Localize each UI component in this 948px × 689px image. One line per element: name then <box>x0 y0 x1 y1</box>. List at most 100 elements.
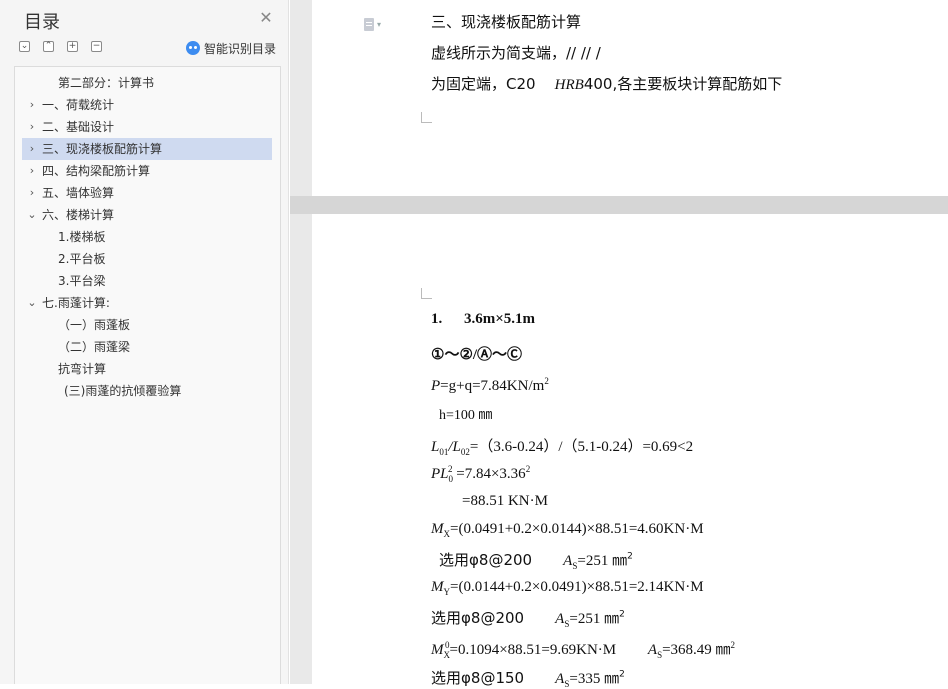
toc-item-canopy-beam[interactable]: （二）雨蓬梁 <box>58 336 130 358</box>
variable: P <box>431 378 441 394</box>
paragraph[interactable]: 虚线所示为简支端，// // / <box>431 42 601 63</box>
text-run: =g+q=7.84KN/m <box>440 378 545 394</box>
toc-item-stair[interactable]: ⌄ 六、楼梯计算 <box>22 204 272 226</box>
formula-line[interactable]: P=g+q=7.84KN/m2 <box>431 376 549 395</box>
ai-assistant-icon <box>186 41 200 55</box>
section-heading[interactable]: 三、现浇楼板配筋计算 <box>431 11 581 32</box>
variable: A <box>563 553 573 569</box>
text-run: 400,各主要板块计算配筋如下 <box>583 75 783 93</box>
text-run: 为固定端，C20 <box>431 75 536 93</box>
toc-item-canopy-slab[interactable]: （一）雨蓬板 <box>58 314 130 336</box>
document-gutter <box>290 0 312 684</box>
close-icon[interactable]: ✕ <box>258 10 274 26</box>
toc-item-label: 第二部分：计算书 <box>58 76 155 90</box>
superscript: 2 <box>619 609 625 620</box>
superscript: 2 <box>627 551 633 562</box>
chevron-right-icon[interactable]: › <box>26 182 38 204</box>
formula-line[interactable]: 选用φ8@200 AS=251 ㎜2 <box>439 549 633 571</box>
text-run: =7.84×3.36 <box>452 466 526 482</box>
toc-item-load[interactable]: › 一、荷载统计 <box>22 94 272 116</box>
toc-item-label: （一）雨蓬板 <box>58 318 131 332</box>
variable: A <box>555 611 565 627</box>
margin-mark <box>421 288 432 299</box>
text-run: =（3.6-0.24）/（5.1-0.24）=0.69<2 <box>469 439 694 455</box>
superscript: 2 <box>544 376 549 386</box>
variable: M <box>431 521 444 537</box>
toc-item-part2[interactable]: 第二部分：计算书 <box>58 72 154 94</box>
variable: A <box>555 671 565 687</box>
paragraph[interactable]: 为固定端，C20 HRB400,各主要板块计算配筋如下 <box>431 73 782 94</box>
toc-title: 目录 <box>24 12 60 33</box>
toc-item-label: 六、楼梯计算 <box>42 208 115 222</box>
text-run: 选用φ8@200 <box>439 551 533 569</box>
formula-line[interactable]: MX0=0.1094×88.51=9.69KN·M AS=368.49 ㎜2 <box>431 638 735 660</box>
toc-item-wall[interactable]: › 五、墙体验算 <box>22 182 272 204</box>
chevron-right-icon[interactable]: › <box>26 138 38 160</box>
chevron-right-icon[interactable]: › <box>26 160 38 182</box>
toc-item-label: 三、现浇楼板配筋计算 <box>42 142 163 156</box>
subscript: 01 <box>439 447 449 457</box>
smart-toc-label: 智能识别目录 <box>204 41 277 56</box>
toc-item-stair-slab[interactable]: 1.楼梯板 <box>58 226 105 248</box>
text-run: =(0.0491+0.2×0.0144)×88.51=4.60KN·M <box>450 521 704 537</box>
text-run: 选用φ8@200 <box>431 609 525 627</box>
plus-icon: + <box>68 41 77 51</box>
formula-line[interactable]: h=100 ㎜ <box>439 404 492 424</box>
toc-item-label: 四、结构梁配筋计算 <box>42 164 151 178</box>
toc-item-platform-beam[interactable]: 3.平台梁 <box>58 270 105 292</box>
toc-item-overturn[interactable]: (三)雨蓬的抗倾覆验算 <box>64 380 181 402</box>
formula-line[interactable]: 选用φ8@200 AS=251 ㎜2 <box>431 607 625 629</box>
chevron-down-icon[interactable]: ⌄ <box>26 204 38 226</box>
toc-item-label: 五、墙体验算 <box>42 186 115 200</box>
paragraph-menu-button[interactable]: ▾ <box>364 16 388 32</box>
variable: /L <box>448 439 461 455</box>
page-separator <box>290 196 948 214</box>
toc-item-slab[interactable]: › 三、现浇楼板配筋计算 <box>22 138 272 160</box>
chevron-right-icon[interactable]: › <box>26 116 38 138</box>
toc-item-beam[interactable]: › 四、结构梁配筋计算 <box>22 160 272 182</box>
text-run: =0.1094×88.51=9.69KN·M <box>449 642 617 658</box>
variable: M <box>431 642 444 658</box>
formula-line[interactable]: 选用φ8@150 AS=335 ㎜2 <box>431 667 625 689</box>
chevron-down-icon: ▾ <box>377 19 382 29</box>
formula-line[interactable]: MY=(0.0144+0.2×0.0491)×88.51=2.14KN·M <box>431 579 704 597</box>
text-run: =368.49 ㎜ <box>662 642 731 658</box>
minus-icon: − <box>92 41 101 51</box>
toc-item-label: 2.平台板 <box>58 252 106 266</box>
toc-item-label: 七.雨蓬计算: <box>42 296 110 310</box>
toc-item-bending[interactable]: 抗弯计算 <box>58 358 106 380</box>
section-heading[interactable]: 1. 3.6m×5.1m <box>431 311 535 328</box>
text-run: =(0.0144+0.2×0.0491)×88.51=2.14KN·M <box>450 579 704 595</box>
formula-line[interactable]: L01/L02=（3.6-0.24）/（5.1-0.24）=0.69<2 <box>431 435 693 457</box>
text-run: HRB <box>554 77 584 93</box>
smart-toc-button[interactable]: 智能识别目录 <box>186 40 276 56</box>
formula-line[interactable]: MX=(0.0491+0.2×0.0144)×88.51=4.60KN·M <box>431 521 704 539</box>
text-run: =251 ㎜ <box>577 553 628 569</box>
subscript: 02 <box>460 447 470 457</box>
margin-mark <box>421 112 432 123</box>
toc-item-canopy[interactable]: ⌄ 七.雨蓬计算: <box>22 292 272 314</box>
chevron-right-icon[interactable]: › <box>26 94 38 116</box>
section-number: 1. <box>431 311 443 327</box>
grid-reference[interactable]: ①～②/Ⓐ～Ⓒ <box>431 343 522 364</box>
text-run: =335 ㎜ <box>569 671 620 687</box>
chevron-down-icon[interactable]: ⌄ <box>26 292 38 314</box>
superscript: 2 <box>619 669 625 680</box>
toc-item-label: 一、荷载统计 <box>42 98 115 112</box>
toc-item-label: 二、基础设计 <box>42 120 115 134</box>
toc-item-foundation[interactable]: › 二、基础设计 <box>22 116 272 138</box>
document-icon <box>364 17 374 31</box>
add-heading-button[interactable]: + <box>67 41 78 52</box>
chevron-down-icon: ⌄ <box>20 41 29 51</box>
formula-line[interactable]: =88.51 KN·M <box>462 493 548 510</box>
toc-item-platform-slab[interactable]: 2.平台板 <box>58 248 105 270</box>
chevron-up-icon: ⌃ <box>44 41 53 51</box>
remove-heading-button[interactable]: − <box>91 41 102 52</box>
expand-level-button[interactable]: ⌃ <box>43 41 54 52</box>
variable: A <box>647 642 658 658</box>
toc-item-label: 抗弯计算 <box>58 362 107 376</box>
superscript: 2 <box>730 640 736 650</box>
formula-line[interactable]: PL02 =7.84×3.362 <box>431 464 530 484</box>
toc-item-label: （二）雨蓬梁 <box>58 340 131 354</box>
collapse-all-button[interactable]: ⌄ <box>19 41 30 52</box>
